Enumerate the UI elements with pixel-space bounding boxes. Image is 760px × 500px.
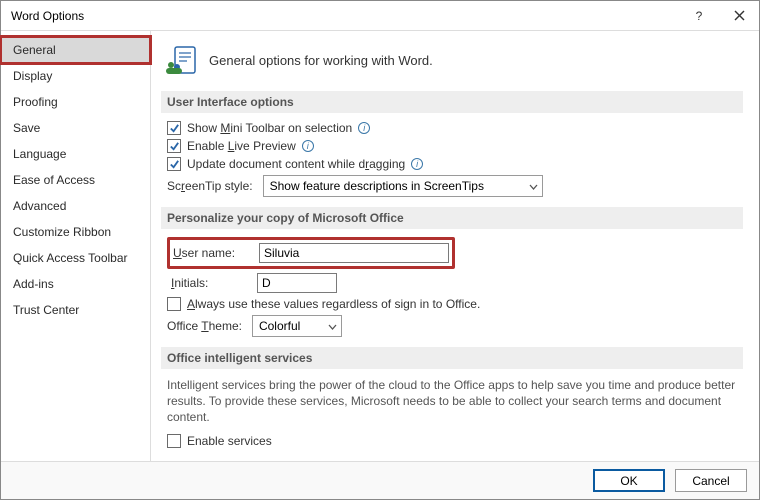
sidebar-item-label: Quick Access Toolbar xyxy=(13,251,128,265)
chevron-down-icon xyxy=(328,319,337,333)
page-intro: General options for working with Word. xyxy=(165,45,743,75)
sidebar-item-proofing[interactable]: Proofing xyxy=(1,89,150,115)
checkbox-enable-services[interactable]: Enable services xyxy=(167,434,743,448)
username-label: User name: xyxy=(173,246,249,260)
screentip-style-row: ScreenTip style: Show feature descriptio… xyxy=(167,175,743,197)
input-value: D xyxy=(262,276,271,290)
section-personalize: Personalize your copy of Microsoft Offic… xyxy=(161,207,743,229)
window-title: Word Options xyxy=(11,9,679,23)
initials-input[interactable]: D xyxy=(257,273,337,293)
word-options-window: Word Options ? General Display Proofing … xyxy=(0,0,760,500)
checkbox-label: Update document content while dragging xyxy=(187,157,405,171)
sidebar-item-trust-center[interactable]: Trust Center xyxy=(1,297,150,323)
username-input[interactable]: Siluvia xyxy=(259,243,449,263)
checkbox-always-use-values[interactable]: Always use these values regardless of si… xyxy=(167,297,743,311)
sidebar-item-label: Ease of Access xyxy=(13,173,95,187)
titlebar: Word Options ? xyxy=(1,1,759,31)
button-label: OK xyxy=(620,474,637,488)
sidebar-item-advanced[interactable]: Advanced xyxy=(1,193,150,219)
checkbox-label: Enable services xyxy=(187,434,272,448)
select-value: Show feature descriptions in ScreenTips xyxy=(270,179,484,193)
office-theme-select[interactable]: Colorful xyxy=(252,315,342,337)
initials-row: Initials: D xyxy=(167,273,743,293)
sidebar-item-label: Proofing xyxy=(13,95,58,109)
screentip-style-label: ScreenTip style: xyxy=(167,179,253,193)
sidebar-item-label: Trust Center xyxy=(13,303,79,317)
office-theme-row: Office Theme: Colorful xyxy=(167,315,743,337)
checkbox-icon xyxy=(167,139,181,153)
dialog-body: General Display Proofing Save Language E… xyxy=(1,31,759,461)
checkbox-icon xyxy=(167,434,181,448)
section-intelligent-services: Office intelligent services xyxy=(161,347,743,369)
sidebar-item-ease-of-access[interactable]: Ease of Access xyxy=(1,167,150,193)
checkbox-icon xyxy=(167,121,181,135)
cancel-button[interactable]: Cancel xyxy=(675,469,747,492)
sidebar-item-quick-access-toolbar[interactable]: Quick Access Toolbar xyxy=(1,245,150,271)
checkbox-icon xyxy=(167,157,181,171)
section-ui-options: User Interface options xyxy=(161,91,743,113)
close-icon xyxy=(734,10,745,21)
sidebar-item-save[interactable]: Save xyxy=(1,115,150,141)
help-button[interactable]: ? xyxy=(679,1,719,31)
sidebar-item-language[interactable]: Language xyxy=(1,141,150,167)
sidebar-item-label: Save xyxy=(13,121,40,135)
sidebar-item-display[interactable]: Display xyxy=(1,63,150,89)
sidebar-item-label: Advanced xyxy=(13,199,66,213)
initials-label: Initials: xyxy=(171,276,247,290)
sidebar-item-label: Add-ins xyxy=(13,277,54,291)
category-sidebar: General Display Proofing Save Language E… xyxy=(1,31,151,461)
checkbox-label: Always use these values regardless of si… xyxy=(187,297,480,311)
sidebar-item-add-ins[interactable]: Add-ins xyxy=(1,271,150,297)
input-value: Siluvia xyxy=(264,246,299,260)
info-icon[interactable]: i xyxy=(358,122,370,134)
checkbox-label: Enable Live Preview xyxy=(187,139,296,153)
username-highlight: User name: Siluvia xyxy=(167,237,455,269)
sidebar-item-label: Language xyxy=(13,147,66,161)
select-value: Colorful xyxy=(259,319,300,333)
checkbox-mini-toolbar[interactable]: Show Mini Toolbar on selection i xyxy=(167,121,743,135)
info-icon[interactable]: i xyxy=(302,140,314,152)
sidebar-item-label: Display xyxy=(13,69,52,83)
sidebar-item-label: General xyxy=(13,43,56,57)
checkbox-label: Show Mini Toolbar on selection xyxy=(187,121,352,135)
options-content: General options for working with Word. U… xyxy=(151,31,759,461)
username-row: User name: Siluvia xyxy=(167,237,743,269)
office-theme-label: Office Theme: xyxy=(167,319,242,333)
ok-button[interactable]: OK xyxy=(593,469,665,492)
sidebar-item-label: Customize Ribbon xyxy=(13,225,111,239)
page-intro-text: General options for working with Word. xyxy=(209,53,433,68)
intelligent-services-blurb: Intelligent services bring the power of … xyxy=(167,377,737,426)
sidebar-item-general[interactable]: General xyxy=(1,37,150,63)
chevron-down-icon xyxy=(529,179,538,193)
screentip-style-select[interactable]: Show feature descriptions in ScreenTips xyxy=(263,175,543,197)
general-options-icon xyxy=(165,45,199,75)
checkbox-icon xyxy=(167,297,181,311)
info-icon[interactable]: i xyxy=(411,158,423,170)
checkbox-drag-update[interactable]: Update document content while dragging i xyxy=(167,157,743,171)
sidebar-item-customize-ribbon[interactable]: Customize Ribbon xyxy=(1,219,150,245)
dialog-footer: OK Cancel xyxy=(1,461,759,499)
button-label: Cancel xyxy=(692,474,729,488)
close-button[interactable] xyxy=(719,1,759,31)
checkbox-live-preview[interactable]: Enable Live Preview i xyxy=(167,139,743,153)
